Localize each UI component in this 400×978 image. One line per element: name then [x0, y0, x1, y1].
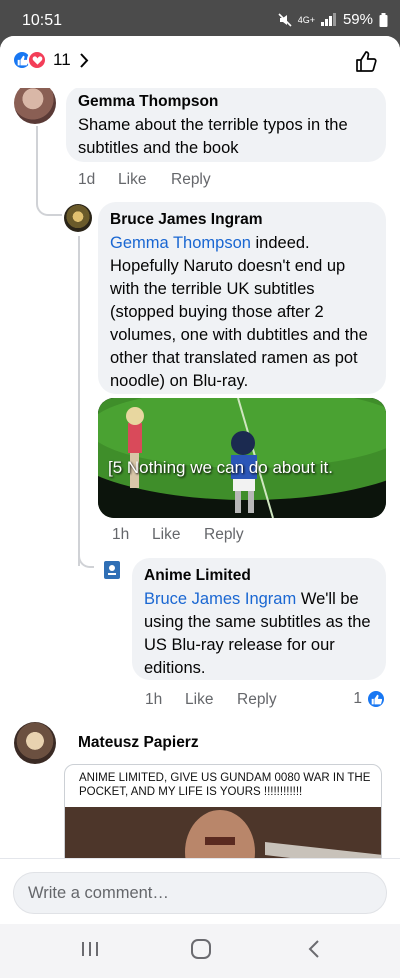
battery-icon — [379, 12, 388, 27]
like-button[interactable]: Like — [152, 526, 204, 544]
battery-percent: 59% — [342, 11, 373, 28]
reactions-summary[interactable]: 11 — [12, 50, 89, 70]
system-nav-bar — [0, 924, 400, 978]
recents-icon[interactable] — [80, 938, 100, 960]
comment-actions: 1h Like Reply — [112, 526, 244, 544]
back-icon[interactable] — [306, 938, 322, 960]
status-bar: 10:51 4G+ 59% — [0, 0, 400, 38]
mute-icon — [278, 12, 292, 27]
reply-button[interactable]: Reply — [171, 171, 211, 189]
like-button[interactable]: Like — [118, 171, 171, 189]
status-icons: 4G+ 59% — [278, 11, 388, 28]
comment-text: Shame about the terrible typos in the su… — [78, 116, 348, 157]
like-reaction-icon — [366, 689, 386, 709]
comment-actions: 1h Like Reply — [145, 691, 277, 709]
thread-connector — [36, 126, 62, 216]
comment-bubble: Gemma Thompson Shame about the terrible … — [66, 86, 386, 162]
avatar[interactable] — [14, 82, 56, 124]
avatar[interactable] — [98, 558, 126, 586]
reaction-count: 11 — [53, 50, 71, 69]
anime-limited-logo — [104, 561, 120, 579]
chevron-right-icon — [79, 52, 89, 68]
thread-line — [78, 236, 80, 566]
comment-age: 1h — [145, 691, 163, 708]
comment-reaction-count: 1 — [353, 690, 362, 707]
comment-composer: Write a comment… — [0, 858, 400, 924]
comment-reactions[interactable]: 1 — [353, 689, 386, 709]
comment-author[interactable]: Gemma Thompson — [78, 92, 374, 112]
comment-text: Bruce James Ingram We'll be using the sa… — [144, 588, 374, 680]
mention-link[interactable]: Bruce James Ingram — [144, 590, 296, 608]
comment-author[interactable]: Bruce James Ingram — [110, 210, 374, 230]
heart-icon — [27, 50, 47, 70]
image-caption: ANIME LIMITED, GIVE US GUNDAM 0080 WAR I… — [79, 772, 371, 798]
comment-text: Gemma Thompson indeed. Hopefully Naruto … — [110, 232, 374, 393]
comment-actions: 1d Like Reply — [78, 171, 211, 189]
comment-age: 1d — [78, 171, 96, 188]
image-caption: [5 Nothing we can do about it. — [108, 458, 333, 477]
comment-image[interactable]: [5 Nothing we can do about it. — [98, 398, 386, 518]
comment-bubble: Anime Limited Bruce James Ingram We'll b… — [132, 558, 386, 680]
status-time: 10:51 — [22, 12, 63, 29]
mention-link[interactable]: Gemma Thompson — [110, 234, 251, 252]
thread-connector — [78, 526, 94, 568]
reply-button[interactable]: Reply — [204, 526, 244, 544]
comment-bubble: Bruce James Ingram Gemma Thompson indeed… — [98, 202, 386, 394]
screen: 10:51 4G+ 59% 11 Gemma Thompson Shame ab… — [0, 0, 400, 978]
comment-author[interactable]: Mateusz Papierz — [78, 733, 199, 753]
reactions-header: 11 — [0, 36, 400, 88]
comment-body: indeed. Hopefully Naruto doesn't end up … — [110, 234, 368, 390]
signal-icon — [320, 13, 336, 26]
avatar[interactable] — [64, 204, 92, 232]
comments-sheet: 11 Gemma Thompson Shame about the terrib… — [0, 36, 400, 924]
network-label: 4G+ — [297, 14, 315, 25]
reply-button[interactable]: Reply — [237, 691, 277, 709]
write-comment-input[interactable]: Write a comment… — [13, 872, 387, 914]
home-icon[interactable] — [190, 938, 212, 960]
comment-author[interactable]: Anime Limited — [144, 566, 374, 586]
comment-age: 1h — [112, 526, 130, 543]
like-button[interactable]: Like — [185, 691, 237, 709]
avatar[interactable] — [14, 722, 56, 764]
thumbs-up-icon[interactable] — [354, 50, 378, 74]
